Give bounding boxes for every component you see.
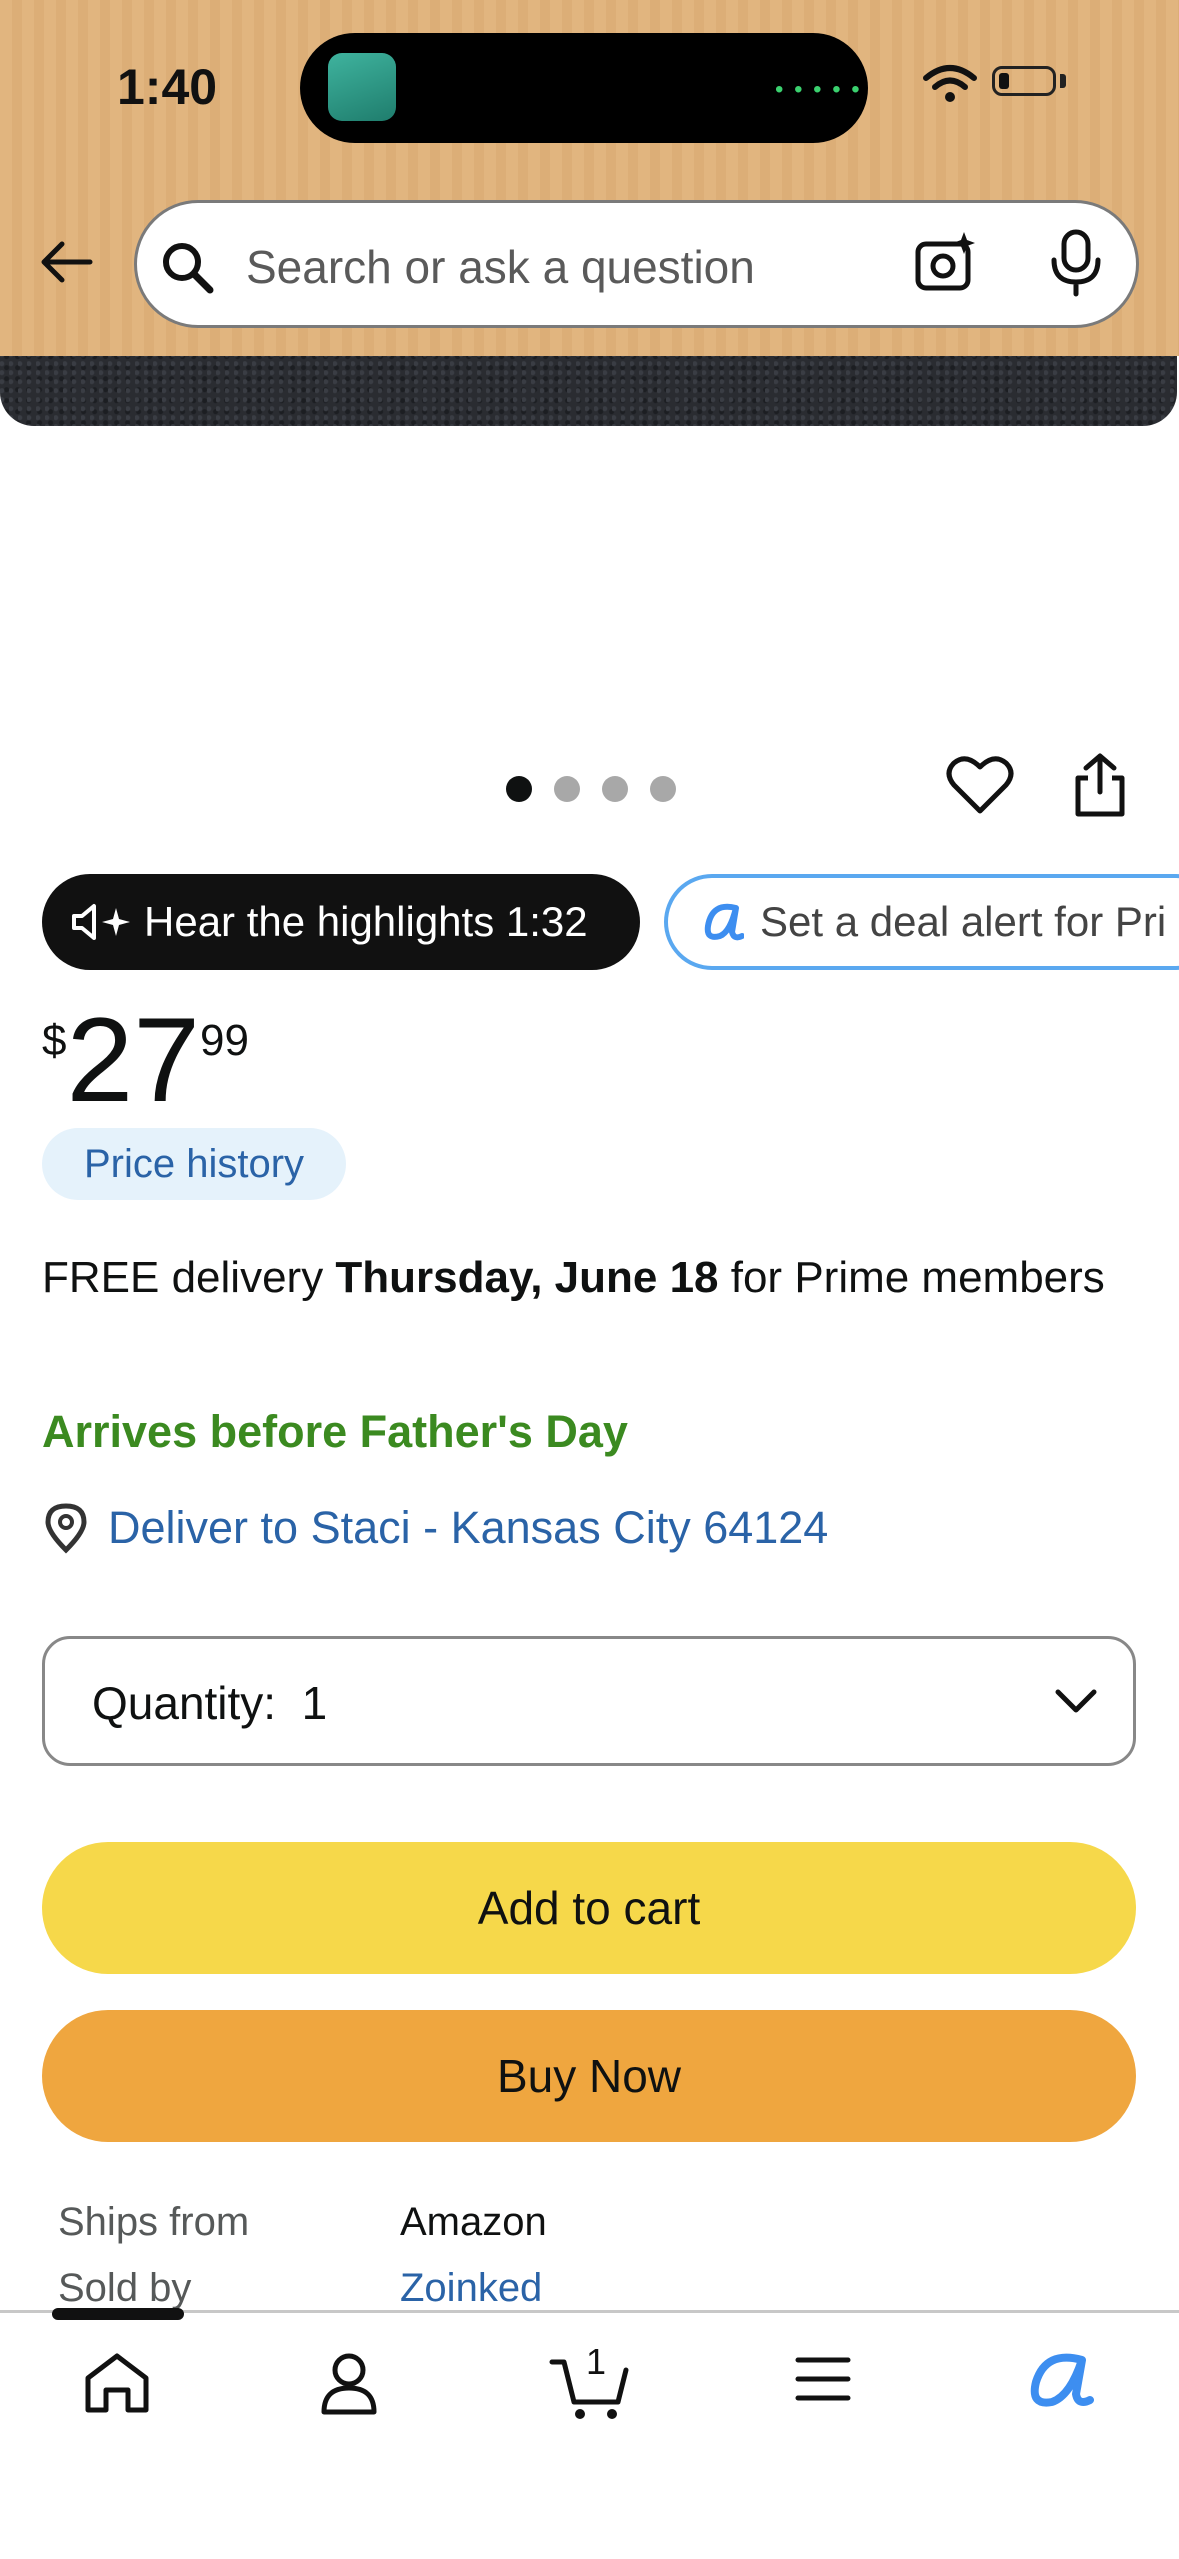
share-icon[interactable] (1072, 752, 1128, 818)
deal-alert-label: Set a deal alert for Pri (760, 898, 1167, 945)
sold-by-label: Sold by (58, 2266, 192, 2310)
camera-search-icon[interactable] (912, 230, 978, 296)
carousel-dots[interactable] (506, 776, 676, 802)
battery-icon (992, 66, 1056, 96)
delivery-info: FREE delivery Thursday, June 18 for Prim… (42, 1248, 1122, 1308)
rufus-assistant-icon[interactable] (1026, 2352, 1094, 2410)
add-to-cart-button[interactable]: Add to cart (42, 1842, 1136, 1974)
delivery-date: Thursday, June 18 (335, 1253, 719, 1302)
status-time: 1:40 (117, 59, 218, 115)
cart-icon[interactable]: 1 (548, 2338, 632, 2422)
speaker-sparkle-icon (72, 904, 130, 940)
arrival-note: Arrives before Father's Day (42, 1406, 628, 1457)
location-pin-icon (45, 1503, 87, 1554)
hear-highlights-button[interactable]: Hear the highlights 1:32 (42, 874, 640, 970)
carousel-dot[interactable] (554, 776, 580, 802)
home-icon[interactable] (82, 2350, 152, 2416)
carousel-dot-active[interactable] (506, 776, 532, 802)
battery-cap (1060, 74, 1066, 88)
price-symbol: $ (42, 1016, 67, 1065)
quantity-label-text: Quantity: (92, 1677, 277, 1729)
delivery-prefix: FREE delivery (42, 1253, 336, 1302)
search-input[interactable]: Search or ask a question (246, 240, 755, 294)
product-image[interactable] (0, 356, 1179, 428)
quantity-label: Quantity: 1 (92, 1676, 327, 1730)
price-whole: 27 (66, 993, 200, 1127)
price-fraction: 99 (199, 1016, 249, 1065)
cart-count: 1 (586, 2341, 606, 2382)
quantity-value: 1 (301, 1677, 328, 1729)
audio-waveform-icon: • • • • • (775, 76, 862, 103)
carousel-dot[interactable] (602, 776, 628, 802)
delivery-suffix: for Prime members (718, 1253, 1105, 1302)
rufus-icon (704, 903, 744, 941)
price: $ 27 99 (42, 1000, 249, 1120)
heart-icon[interactable] (946, 753, 1014, 815)
back-arrow-icon[interactable] (36, 232, 96, 292)
price-history-button[interactable]: Price history (42, 1128, 346, 1200)
deal-alert-button[interactable]: Set a deal alert for Pri (664, 874, 1179, 970)
chevron-down-icon (1055, 1689, 1097, 1713)
buy-now-button[interactable]: Buy Now (42, 2010, 1136, 2142)
microphone-icon[interactable] (1048, 228, 1104, 298)
deliver-to-link[interactable]: Deliver to Staci - Kansas City 64124 (108, 1502, 828, 1554)
nav-active-indicator (52, 2308, 184, 2320)
ships-from-value: Amazon (400, 2200, 547, 2244)
now-playing-artwork (328, 53, 396, 121)
carousel-dot[interactable] (650, 776, 676, 802)
sold-by-link[interactable]: Zoinked (400, 2266, 542, 2311)
wifi-icon (923, 65, 977, 102)
ships-from-label: Ships from (58, 2200, 250, 2244)
search-icon (163, 243, 214, 294)
menu-icon[interactable] (794, 2354, 852, 2404)
hear-highlights-label: Hear the highlights 1:32 (144, 898, 588, 945)
account-icon[interactable] (318, 2350, 380, 2416)
